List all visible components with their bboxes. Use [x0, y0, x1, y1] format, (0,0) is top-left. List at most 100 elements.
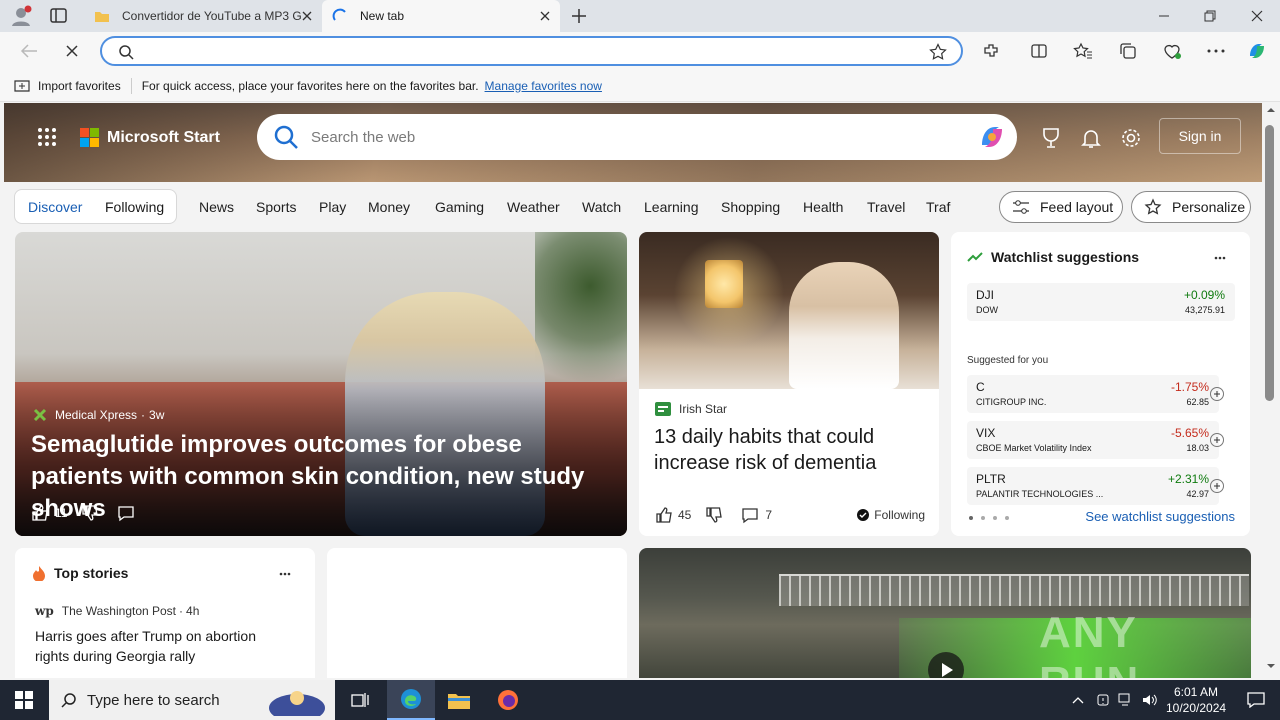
- stop-loading-icon[interactable]: [61, 40, 83, 62]
- carousel-dots[interactable]: [969, 516, 1017, 520]
- windows-start-icon[interactable]: [0, 680, 48, 720]
- nav-traffic[interactable]: Traf: [926, 199, 950, 215]
- comment-icon[interactable]: [117, 504, 135, 522]
- firefox-icon[interactable]: [484, 680, 532, 720]
- copilot-icon[interactable]: [1246, 40, 1268, 62]
- split-screen-icon[interactable]: [1028, 40, 1050, 62]
- file-explorer-icon[interactable]: [435, 680, 483, 720]
- collections-icon[interactable]: [1117, 40, 1139, 62]
- settings-icon[interactable]: [1120, 127, 1142, 149]
- close-icon[interactable]: [538, 9, 552, 23]
- favorite-star-icon[interactable]: [929, 43, 947, 61]
- like-count: 11: [55, 506, 68, 520]
- back-icon[interactable]: [18, 40, 40, 62]
- watchlist-index-row[interactable]: DJI DOW +0.09% 43,275.91: [967, 283, 1235, 321]
- extensions-icon[interactable]: [980, 40, 1002, 62]
- video-card[interactable]: ANY RUN: [639, 548, 1251, 678]
- more-options-icon[interactable]: [1205, 40, 1227, 62]
- featured-story-card[interactable]: Medical Xpress · 3w Semaglutide improves…: [15, 232, 627, 536]
- story-actions: 45 7 Following: [655, 506, 925, 524]
- tab-following[interactable]: Following: [105, 199, 164, 215]
- nav-sports[interactable]: Sports: [256, 199, 296, 215]
- system-clock[interactable]: 6:01 AM 10/20/2024: [1166, 684, 1226, 716]
- scroll-up-icon[interactable]: [1262, 103, 1280, 117]
- see-watchlist-link[interactable]: See watchlist suggestions: [1085, 509, 1235, 524]
- story-headline[interactable]: Harris goes after Trump on abortion righ…: [35, 626, 285, 666]
- new-tab-icon[interactable]: [570, 7, 588, 25]
- manage-favorites-link[interactable]: Manage favorites now: [485, 79, 602, 93]
- stock-price: 62.85: [1186, 397, 1209, 407]
- tab-discover[interactable]: Discover: [28, 199, 82, 215]
- following-badge[interactable]: Following: [857, 508, 925, 522]
- add-to-watchlist-icon[interactable]: [1210, 387, 1224, 401]
- favorites-bar: Import favorites For quick access, place…: [0, 70, 1280, 102]
- story-age: 3w: [149, 408, 165, 422]
- like-icon[interactable]: [31, 504, 49, 522]
- watchlist-row[interactable]: C CITIGROUP INC. -1.75% 62.85: [967, 375, 1224, 413]
- stock-change: +2.31%: [1167, 472, 1209, 486]
- scroll-down-icon[interactable]: [1262, 659, 1280, 673]
- microsoft-start-logo[interactable]: Microsoft Start: [80, 128, 220, 147]
- feed-layout-button[interactable]: Feed layout: [999, 191, 1123, 223]
- add-to-watchlist-icon[interactable]: [1210, 433, 1224, 447]
- show-hidden-icons[interactable]: [1064, 680, 1092, 720]
- story-card[interactable]: Irish Star 13 daily habits that could in…: [639, 232, 939, 536]
- rewards-icon[interactable]: [1040, 127, 1062, 149]
- scroll-thumb[interactable]: [1265, 125, 1274, 401]
- story-age: 4h: [186, 604, 200, 618]
- brand-name: Microsoft Start: [107, 128, 220, 146]
- close-window-icon[interactable]: [1234, 4, 1280, 28]
- close-icon[interactable]: [300, 9, 314, 23]
- taskbar-search[interactable]: Type here to search: [49, 680, 335, 720]
- watchlist-row[interactable]: PLTR PALANTIR TECHNOLOGIES ... +2.31% 42…: [967, 467, 1224, 505]
- nav-watch[interactable]: Watch: [582, 199, 621, 215]
- import-favorites-button[interactable]: Import favorites: [38, 79, 121, 93]
- page-scrollbar[interactable]: [1262, 103, 1280, 678]
- suggested-label: Suggested for you: [967, 355, 1049, 366]
- more-options-icon[interactable]: [279, 572, 291, 576]
- nav-news[interactable]: News: [199, 199, 234, 215]
- like-icon[interactable]: [655, 506, 673, 524]
- profile-icon[interactable]: [10, 5, 32, 27]
- play-icon[interactable]: [928, 652, 964, 678]
- tab-youtube-mp3[interactable]: Convertidor de YouTube a MP3 G: [84, 0, 322, 32]
- notifications-icon[interactable]: [1080, 127, 1102, 149]
- nav-gaming[interactable]: Gaming: [435, 199, 484, 215]
- add-to-watchlist-icon[interactable]: [1210, 479, 1224, 493]
- volume-icon[interactable]: [1139, 680, 1161, 720]
- copilot-icon[interactable]: [977, 123, 1007, 151]
- browser-toolbar: [0, 32, 1280, 70]
- browser-essentials-icon[interactable]: [1161, 40, 1183, 62]
- story-headline[interactable]: 13 daily habits that could increase risk…: [654, 424, 924, 476]
- edge-taskbar-icon[interactable]: [387, 680, 435, 720]
- tab-actions-icon[interactable]: [50, 8, 68, 24]
- more-options-icon[interactable]: [1214, 256, 1226, 260]
- web-search-box[interactable]: Search the web: [257, 114, 1017, 160]
- nav-travel[interactable]: Travel: [867, 199, 905, 215]
- address-bar[interactable]: [100, 36, 963, 66]
- restore-icon[interactable]: [1187, 4, 1233, 28]
- network-alert-icon[interactable]: [1092, 680, 1114, 720]
- source-name: Irish Star: [679, 402, 728, 416]
- nav-learning[interactable]: Learning: [644, 199, 699, 215]
- search-placeholder: Search the web: [311, 128, 416, 146]
- personalize-button[interactable]: Personalize: [1131, 191, 1251, 223]
- comment-icon[interactable]: [741, 506, 759, 524]
- nav-weather[interactable]: Weather: [507, 199, 560, 215]
- nav-health[interactable]: Health: [803, 199, 843, 215]
- nav-play[interactable]: Play: [319, 199, 346, 215]
- notification-center-icon[interactable]: [1232, 680, 1280, 720]
- task-view-icon[interactable]: [336, 680, 384, 720]
- favorites-icon[interactable]: [1072, 40, 1094, 62]
- watchlist-row[interactable]: VIX CBOE Market Volatility Index -5.65% …: [967, 421, 1224, 459]
- minimize-icon[interactable]: [1141, 4, 1187, 28]
- app-launcher-icon[interactable]: [38, 128, 56, 146]
- nav-shopping[interactable]: Shopping: [721, 199, 780, 215]
- dislike-icon[interactable]: [705, 506, 723, 524]
- import-favorites-icon[interactable]: [14, 79, 30, 93]
- dislike-icon[interactable]: [81, 504, 99, 522]
- tab-new-tab[interactable]: New tab: [322, 0, 560, 32]
- network-icon[interactable]: [1115, 680, 1137, 720]
- nav-money[interactable]: Money: [368, 199, 410, 215]
- sign-in-button[interactable]: Sign in: [1159, 118, 1241, 154]
